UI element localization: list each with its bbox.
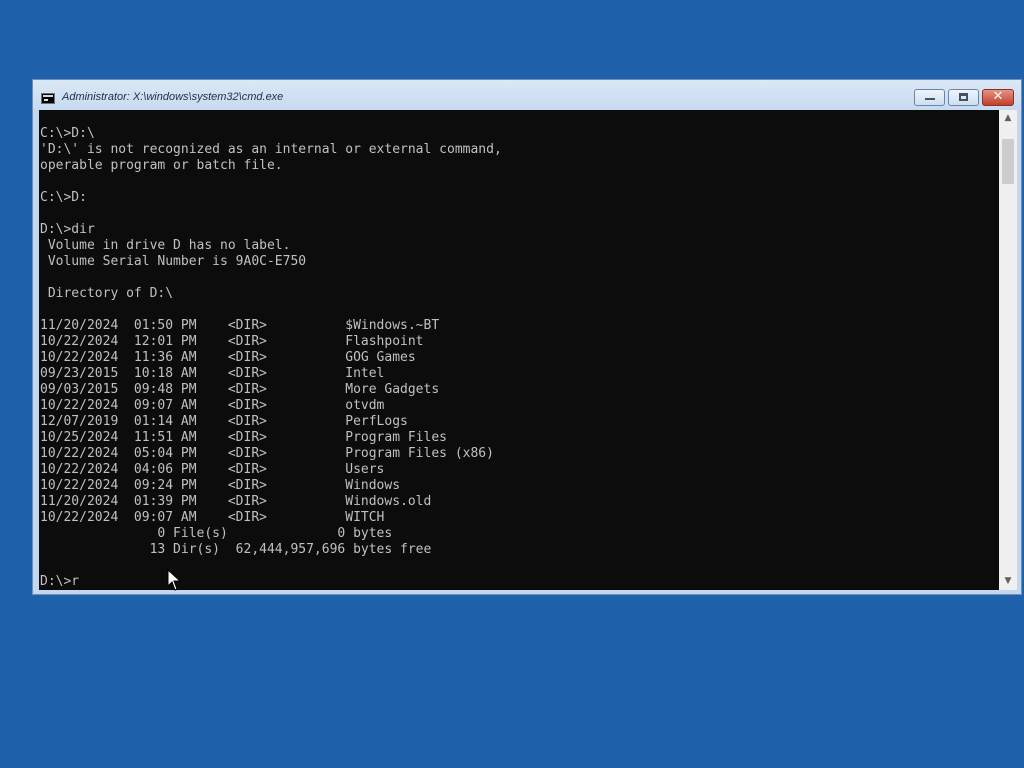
console-output[interactable]: C:\>D:\ 'D:\' is not recognized as an in… bbox=[40, 126, 999, 590]
directory-entry: 10/22/2024 04:06 PM <DIR> Users bbox=[40, 462, 385, 477]
dirs-summary: 13 Dir(s) 62,444,957,696 bytes free bbox=[40, 542, 432, 557]
console-line: Volume Serial Number is 9A0C-E750 bbox=[40, 254, 307, 269]
mouse-pointer-icon bbox=[167, 569, 181, 591]
window-title: Administrator: X:\windows\system32\cmd.e… bbox=[62, 91, 284, 103]
console-line: D:\>dir bbox=[40, 222, 95, 237]
directory-entry: 12/07/2019 01:14 AM <DIR> PerfLogs bbox=[40, 414, 408, 429]
console-line: 'D:\' is not recognized as an internal o… bbox=[40, 142, 502, 157]
scrollbar-thumb[interactable] bbox=[1002, 139, 1014, 184]
vertical-scrollbar[interactable]: ▲ ▼ bbox=[999, 110, 1017, 590]
directory-entry: 11/20/2024 01:39 PM <DIR> Windows.old bbox=[40, 494, 432, 509]
directory-entry: 09/03/2015 09:48 PM <DIR> More Gadgets bbox=[40, 382, 440, 397]
console-line: Volume in drive D has no label. bbox=[40, 238, 291, 253]
directory-entry: 10/22/2024 09:07 AM <DIR> WITCH bbox=[40, 510, 385, 525]
console-client-area[interactable]: C:\>D:\ 'D:\' is not recognized as an in… bbox=[39, 110, 1017, 590]
console-line: C:\>D: bbox=[40, 190, 87, 205]
console-line: C:\>D:\ bbox=[40, 126, 95, 141]
files-summary: 0 File(s) 0 bytes bbox=[40, 526, 393, 541]
maximize-button[interactable] bbox=[948, 89, 979, 106]
window-titlebar[interactable]: Administrator: X:\windows\system32\cmd.e… bbox=[33, 80, 1021, 110]
directory-entry: 10/22/2024 11:36 AM <DIR> GOG Games bbox=[40, 350, 416, 365]
directory-entry: 10/22/2024 09:07 AM <DIR> otvdm bbox=[40, 398, 385, 413]
maximize-icon bbox=[959, 93, 968, 101]
minimize-button[interactable] bbox=[914, 89, 945, 106]
scroll-down-icon[interactable]: ▼ bbox=[999, 573, 1017, 590]
minimize-icon bbox=[925, 98, 935, 100]
desktop: Administrator: X:\windows\system32\cmd.e… bbox=[0, 0, 1024, 768]
directory-entry: 09/23/2015 10:18 AM <DIR> Intel bbox=[40, 366, 385, 381]
directory-entry: 11/20/2024 01:50 PM <DIR> $Windows.~BT bbox=[40, 318, 440, 333]
directory-entry: 10/22/2024 12:01 PM <DIR> Flashpoint bbox=[40, 334, 424, 349]
directory-entry: 10/22/2024 05:04 PM <DIR> Program Files … bbox=[40, 446, 494, 461]
directory-entry: 10/22/2024 09:24 PM <DIR> Windows bbox=[40, 478, 401, 493]
console-line: Directory of D:\ bbox=[40, 286, 174, 301]
console-line: operable program or batch file. bbox=[40, 158, 283, 173]
command-prompt-line[interactable]: D:\>r bbox=[40, 574, 999, 590]
scroll-up-icon[interactable]: ▲ bbox=[999, 110, 1017, 127]
cmd-icon bbox=[41, 93, 55, 104]
cmd-window[interactable]: Administrator: X:\windows\system32\cmd.e… bbox=[32, 79, 1022, 595]
close-icon: ✕ bbox=[992, 89, 1004, 104]
directory-entry: 10/25/2024 11:51 AM <DIR> Program Files bbox=[40, 430, 447, 445]
close-button[interactable]: ✕ bbox=[982, 89, 1014, 106]
